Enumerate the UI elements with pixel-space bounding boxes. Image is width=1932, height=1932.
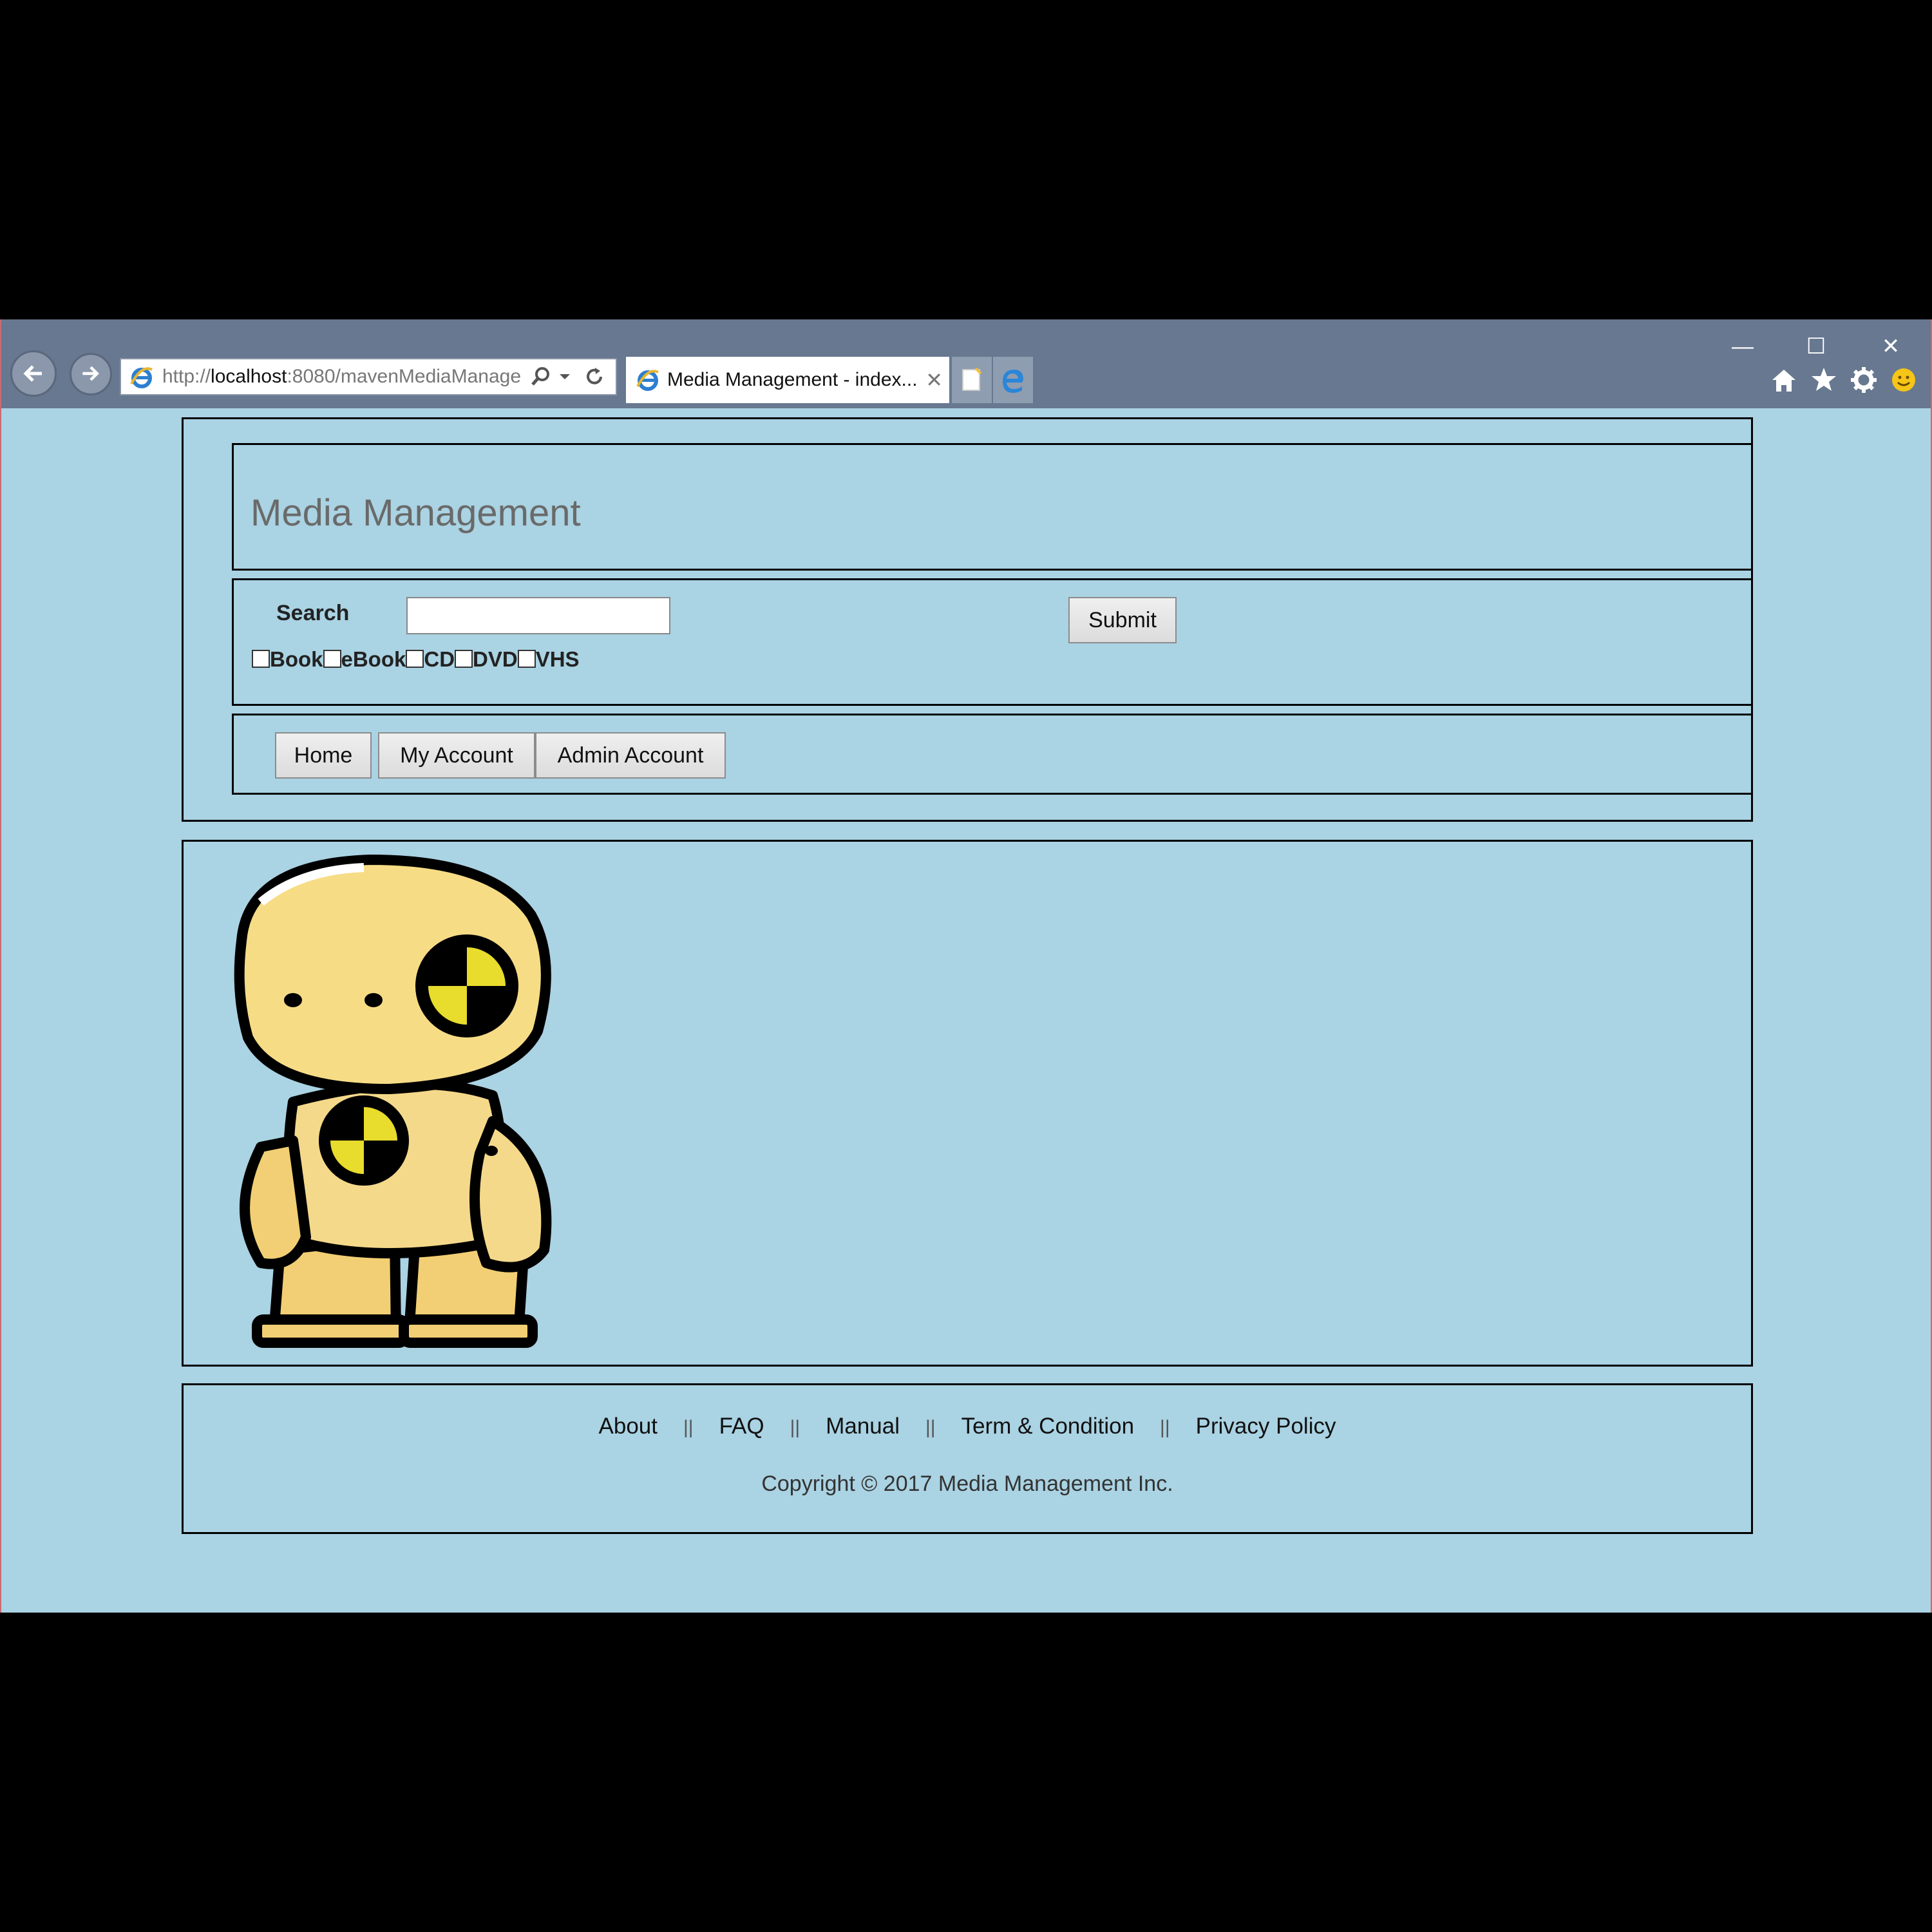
footer: About || FAQ || Manual || Term & Condition || Pr… bbox=[182, 1383, 1753, 1534]
footer-separator: || bbox=[1160, 1417, 1170, 1438]
privacy-link[interactable]: Privacy Policy bbox=[1196, 1414, 1336, 1439]
faq-link[interactable]: FAQ bbox=[719, 1414, 764, 1439]
url-path: :8080/mavenMediaManage bbox=[287, 366, 522, 387]
tab-title: Media Management - index... bbox=[667, 369, 918, 390]
smiley-feedback-icon[interactable] bbox=[1889, 366, 1918, 394]
page-title: Media Management bbox=[251, 492, 581, 534]
url-scheme: http:// bbox=[162, 366, 211, 387]
back-button[interactable] bbox=[10, 350, 57, 397]
submit-button[interactable]: Submit bbox=[1068, 597, 1177, 643]
close-tab-icon[interactable]: ✕ bbox=[925, 357, 943, 403]
about-link[interactable]: About bbox=[599, 1414, 658, 1439]
vhs-checkbox[interactable] bbox=[517, 650, 536, 668]
cd-checkbox[interactable] bbox=[406, 650, 424, 668]
cd-label: CD bbox=[424, 647, 455, 671]
search-label: Search bbox=[276, 601, 350, 625]
manual-link[interactable]: Manual bbox=[826, 1414, 900, 1439]
dvd-label: DVD bbox=[473, 647, 518, 671]
search-box: Search Submit Book eBook CD DVD VHS bbox=[232, 578, 1753, 706]
footer-separator: || bbox=[683, 1417, 694, 1438]
copyright-text: Copyright © 2017 Media Management Inc. bbox=[761, 1472, 1173, 1496]
ebook-label: eBook bbox=[341, 647, 406, 671]
refresh-icon[interactable] bbox=[583, 366, 605, 388]
back-arrow-icon bbox=[23, 365, 42, 382]
search-icon[interactable] bbox=[529, 365, 553, 388]
close-window-icon[interactable]: ✕ bbox=[1865, 328, 1917, 365]
nav-box: Home My Account Admin Account bbox=[232, 714, 1753, 795]
favorites-star-icon[interactable] bbox=[1810, 366, 1838, 394]
footer-separator: || bbox=[925, 1417, 936, 1438]
url-host: localhost bbox=[211, 366, 287, 387]
my-account-button[interactable]: My Account bbox=[378, 732, 535, 779]
vhs-label: VHS bbox=[535, 647, 580, 671]
edge-icon bbox=[1003, 370, 1023, 393]
home-button[interactable]: Home bbox=[275, 732, 372, 779]
content-box bbox=[182, 840, 1753, 1367]
maximize-icon[interactable]: ☐ bbox=[1790, 328, 1842, 365]
new-tab-icon bbox=[962, 367, 982, 391]
ebook-checkbox[interactable] bbox=[323, 650, 341, 668]
search-input[interactable] bbox=[406, 597, 670, 634]
minimize-icon[interactable]: — bbox=[1717, 328, 1768, 365]
new-tab-button[interactable] bbox=[952, 357, 992, 403]
crash-test-dummy-image bbox=[234, 855, 552, 1348]
gear-icon[interactable] bbox=[1850, 366, 1878, 394]
footer-links: About || FAQ || Manual || Term & Condition || Pr… bbox=[184, 1414, 1751, 1439]
ie-tab-icon bbox=[636, 370, 659, 391]
ie-page-icon bbox=[130, 367, 153, 388]
browser-tab-active[interactable]: Media Management - index... ✕ bbox=[626, 357, 949, 403]
terms-link[interactable]: Term & Condition bbox=[961, 1414, 1134, 1439]
forward-arrow-icon bbox=[82, 366, 99, 381]
browser-window: — ☐ ✕ http://localhost:8080/mavenMediaMa… bbox=[0, 319, 1932, 1613]
chevron-down-icon[interactable] bbox=[558, 370, 572, 384]
browser-chrome: — ☐ ✕ http://localhost:8080/mavenMediaMa… bbox=[1, 319, 1931, 408]
dvd-checkbox[interactable] bbox=[455, 650, 473, 668]
edge-button[interactable] bbox=[993, 357, 1033, 403]
title-box: Media Management bbox=[232, 443, 1753, 571]
footer-separator: || bbox=[790, 1417, 800, 1438]
address-bar[interactable]: http://localhost:8080/mavenMediaManage bbox=[120, 358, 617, 395]
media-type-filters: Book eBook CD DVD VHS bbox=[252, 647, 580, 672]
book-checkbox[interactable] bbox=[252, 650, 270, 668]
book-label: Book bbox=[270, 647, 323, 671]
forward-button[interactable] bbox=[70, 353, 112, 395]
admin-account-button[interactable]: Admin Account bbox=[535, 732, 726, 779]
home-icon[interactable] bbox=[1770, 367, 1798, 395]
